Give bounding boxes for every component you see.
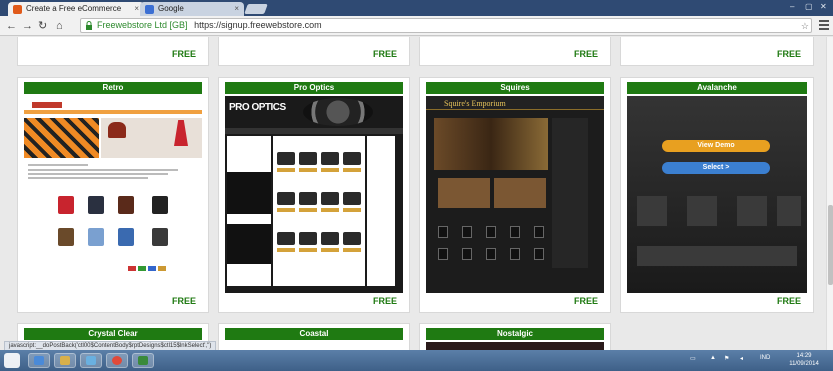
reload-icon[interactable]: ↻ [38, 19, 47, 33]
template-card-top-4: FREE [620, 37, 814, 66]
close-tab-icon[interactable]: × [234, 4, 239, 13]
ie-taskbar-icon[interactable] [28, 353, 50, 368]
template-name: Squires [426, 82, 604, 94]
forward-arrow-icon[interactable]: → [22, 19, 33, 33]
squires-store-name: Squire's Emporium [444, 99, 506, 108]
explorer-taskbar-icon[interactable] [54, 353, 76, 368]
flag-icon[interactable]: ⚑ [724, 355, 729, 362]
language-indicator[interactable]: IND [760, 355, 770, 361]
template-name: Nostalgic [426, 328, 604, 340]
template-card-top-3: FREE [419, 37, 611, 66]
freewebstore-favicon-icon [13, 5, 22, 14]
media-taskbar-icon[interactable] [80, 353, 102, 368]
select-template-button[interactable]: Select > [662, 162, 770, 174]
back-arrow-icon[interactable]: ← [6, 19, 17, 33]
volume-icon[interactable]: ◂ [740, 355, 743, 362]
free-label: FREE [171, 49, 196, 59]
template-card-nostalgic[interactable]: Nostalgic [419, 323, 611, 350]
star-bookmark-icon[interactable]: ☆ [801, 20, 809, 33]
template-card-pro-optics[interactable]: Pro Optics PRO OPTICS FREE [218, 77, 410, 313]
page-content: FREE FREE FREE FREE Retro FREE Pro Optic… [0, 37, 826, 350]
start-button[interactable] [4, 353, 20, 368]
home-icon[interactable]: ⌂ [56, 19, 63, 33]
free-label: FREE [776, 296, 801, 306]
network-icon[interactable]: ▲ [710, 355, 716, 361]
browser-toolbar: ← → ↻ ⌂ Freewebstore Ltd [GB] https://si… [0, 16, 833, 36]
close-window-button[interactable]: ✕ [820, 2, 827, 11]
app-taskbar-icon[interactable] [132, 353, 154, 368]
ev-certificate-label: Freewebstore Ltd [GB] [97, 20, 188, 30]
template-name: Retro [24, 82, 202, 94]
squires-preview-image[interactable]: Squire's Emporium [426, 96, 604, 293]
retro-preview-image[interactable] [24, 96, 202, 293]
lock-icon [86, 21, 92, 30]
template-card-retro[interactable]: Retro FREE [17, 77, 209, 313]
free-label: FREE [372, 49, 397, 59]
scrollbar-thumb[interactable] [828, 205, 833, 285]
google-favicon-icon [145, 5, 154, 14]
template-card-avalanche[interactable]: Avalanche View Demo Select > FREE [620, 77, 814, 313]
template-name: Crystal Clear [24, 328, 202, 340]
minimize-button[interactable]: – [790, 2, 794, 11]
template-name: Pro Optics [225, 82, 403, 94]
template-card-squires[interactable]: Squires Squire's Emporium FREE [419, 77, 611, 313]
windows-taskbar: ▭ ▲ ⚑ ◂ IND 14:29 11/09/2014 [0, 350, 833, 371]
tab-strip: Create a Free eCommerce × Google × – ▢ ✕ [0, 0, 833, 16]
template-card-top-1: FREE [17, 37, 209, 66]
clock-time: 14:29 [796, 353, 812, 359]
browser-window: Create a Free eCommerce × Google × – ▢ ✕… [0, 0, 833, 371]
free-label: FREE [171, 296, 196, 306]
vertical-scrollbar[interactable] [826, 37, 833, 350]
url-text: https://signup.freewebstore.com [194, 20, 322, 30]
pro-optics-logo: PRO OPTICS [229, 102, 286, 113]
template-name: Coastal [225, 328, 403, 340]
address-bar[interactable]: Freewebstore Ltd [GB] https://signup.fre… [80, 18, 812, 33]
system-clock[interactable]: 14:29 11/09/2014 [784, 352, 824, 368]
free-label: FREE [573, 49, 598, 59]
close-tab-icon[interactable]: × [134, 4, 139, 13]
maximize-button[interactable]: ▢ [805, 2, 813, 11]
tab-freewebstore[interactable]: Create a Free eCommerce × [8, 2, 144, 16]
free-label: FREE [372, 296, 397, 306]
new-tab-button[interactable] [244, 4, 268, 14]
clock-date: 11/09/2014 [789, 361, 819, 367]
template-name: Avalanche [627, 82, 807, 94]
keyboard-icon[interactable]: ▭ [690, 355, 696, 362]
template-card-coastal[interactable]: Coastal [218, 323, 410, 350]
free-label: FREE [573, 296, 598, 306]
tab-google[interactable]: Google × [140, 2, 244, 16]
view-demo-button[interactable]: View Demo [662, 140, 770, 152]
pro-optics-preview-image[interactable]: PRO OPTICS [225, 96, 403, 293]
chrome-taskbar-icon[interactable] [106, 353, 128, 368]
menu-icon[interactable] [819, 20, 829, 30]
tab-label: Google [158, 4, 184, 13]
template-card-top-2: FREE [218, 37, 410, 66]
tab-label: Create a Free eCommerce [26, 4, 122, 13]
avalanche-preview-image: View Demo Select > [627, 96, 807, 293]
free-label: FREE [776, 49, 801, 59]
